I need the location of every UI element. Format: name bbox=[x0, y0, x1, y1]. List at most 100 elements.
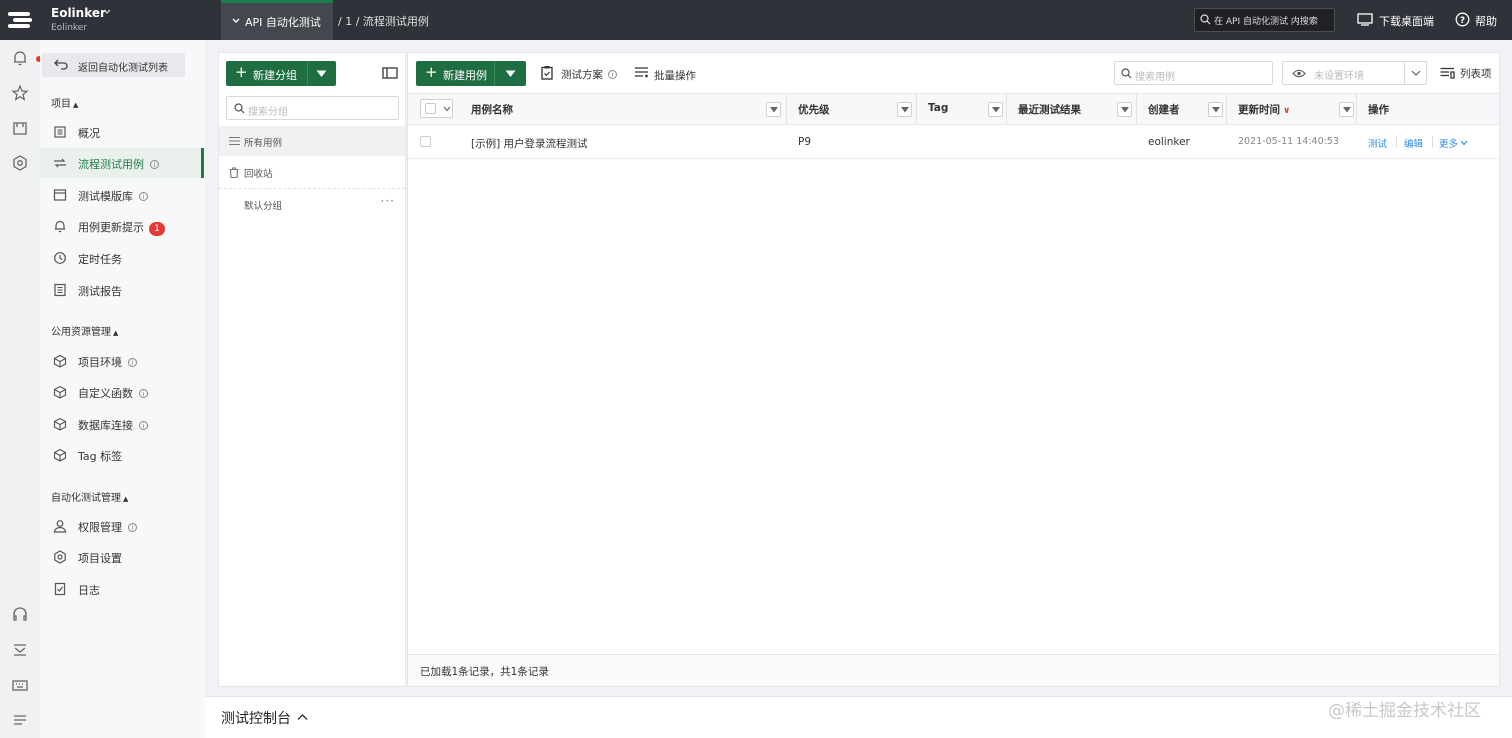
filter-icon[interactable] bbox=[766, 102, 781, 117]
header-updated-time[interactable]: 更新时间 ∨ bbox=[1226, 94, 1356, 124]
header-creator[interactable]: 创建者 bbox=[1136, 94, 1226, 124]
environment-placeholder: 未设置环境 bbox=[1314, 71, 1364, 82]
keyboard-icon[interactable] bbox=[11, 676, 29, 694]
chevron-down-icon bbox=[231, 16, 241, 26]
settings-icon[interactable] bbox=[11, 154, 29, 172]
test-console-bar[interactable]: 测试控制台 bbox=[205, 696, 1512, 738]
new-case-button[interactable]: + 新建用例 bbox=[416, 61, 526, 86]
header-actions: 操作 bbox=[1356, 94, 1496, 124]
test-plan-button[interactable]: 测试方案 i bbox=[541, 65, 621, 81]
group-item-label: 所有用例 bbox=[244, 138, 283, 149]
cube-icon bbox=[53, 354, 67, 368]
toggle-panel-icon[interactable] bbox=[382, 66, 398, 80]
edit-action-link[interactable]: 编辑 bbox=[1404, 136, 1423, 150]
sidebar-item-label-text: 自定义函数 bbox=[78, 387, 133, 400]
header-label: Tag bbox=[928, 102, 949, 114]
sidebar-item-scheduled-tasks[interactable]: 定时任务 bbox=[40, 243, 204, 273]
sidebar-item-project-env[interactable]: 项目环境 i bbox=[40, 346, 204, 376]
sidebar-item-custom-functions[interactable]: 自定义函数 i bbox=[40, 377, 204, 407]
new-group-button[interactable]: + 新建分组 bbox=[226, 61, 336, 86]
shop-icon[interactable] bbox=[11, 119, 29, 137]
sidebar-item-label-text: 权限管理 bbox=[78, 521, 122, 534]
header-last-result[interactable]: 最近测试结果 bbox=[1006, 94, 1136, 124]
header-tag[interactable]: Tag bbox=[916, 94, 1006, 124]
sidebar-item-template-library[interactable]: 测试模版库 i bbox=[40, 180, 204, 210]
global-search-input[interactable]: 在 API 自动化测试 内搜索 bbox=[1194, 8, 1335, 32]
active-indicator bbox=[201, 148, 204, 178]
eolinker-logo-icon[interactable] bbox=[6, 8, 34, 32]
collapse-icon[interactable] bbox=[11, 640, 29, 658]
sort-desc-icon[interactable]: ∨ bbox=[1283, 106, 1290, 116]
chevron-up-icon[interactable] bbox=[297, 713, 308, 721]
new-group-label: 新建分组 bbox=[253, 69, 297, 82]
info-icon: i bbox=[128, 358, 137, 367]
project-tab-label: API 自动化测试 bbox=[245, 16, 321, 29]
workspace-switcher[interactable]: Eolinker Eolinker bbox=[50, 5, 220, 35]
test-action-link[interactable]: 测试 bbox=[1368, 136, 1387, 150]
sidebar-item-overview[interactable]: 概况 bbox=[40, 117, 204, 147]
button-split bbox=[307, 61, 308, 86]
filter-icon[interactable] bbox=[988, 102, 1003, 117]
group-search-input[interactable]: 搜索分组 bbox=[226, 96, 399, 120]
filter-icon[interactable] bbox=[1117, 102, 1132, 117]
row-checkbox[interactable] bbox=[420, 136, 431, 147]
header-label: 操作 bbox=[1368, 104, 1389, 116]
monitor-icon bbox=[1357, 12, 1373, 26]
more-options-icon[interactable]: ··· bbox=[381, 194, 395, 208]
flow-icon bbox=[53, 156, 67, 170]
info-icon: i bbox=[139, 192, 148, 201]
menu-icon[interactable] bbox=[11, 711, 29, 729]
sidebar-item-label: Tag 标签 bbox=[78, 450, 123, 463]
section-project-header[interactable]: 项目 ▲ bbox=[51, 95, 78, 110]
info-icon: i bbox=[608, 70, 617, 79]
sidebar-item-flow-cases[interactable]: 流程测试用例 i bbox=[40, 148, 204, 178]
headset-icon[interactable] bbox=[11, 605, 29, 623]
cube-icon bbox=[53, 448, 67, 462]
chevron-down-icon bbox=[1411, 70, 1421, 77]
filter-icon[interactable] bbox=[1339, 102, 1354, 117]
sidebar-item-case-update[interactable]: 用例更新提示 1 bbox=[40, 211, 204, 241]
caret-down-icon[interactable] bbox=[316, 70, 327, 78]
project-tab[interactable]: API 自动化测试 bbox=[221, 0, 333, 40]
svg-text:?: ? bbox=[1460, 16, 1465, 26]
back-to-list-button[interactable]: 返回自动化测试列表 bbox=[42, 53, 185, 77]
select-divider bbox=[1404, 62, 1405, 84]
update-count-badge: 1 bbox=[149, 222, 165, 236]
batch-operations-button[interactable]: 批量操作 bbox=[634, 66, 704, 82]
select-all-checkbox[interactable] bbox=[420, 99, 453, 118]
help-label: 帮助 bbox=[1475, 15, 1497, 28]
sidebar-item-permissions[interactable]: 权限管理 i bbox=[40, 511, 204, 541]
header-case-name[interactable]: 用例名称 bbox=[460, 94, 786, 124]
section-project-label: 项目 bbox=[51, 99, 71, 110]
section-public-header[interactable]: 公用资源管理 ▲ bbox=[51, 323, 118, 338]
sidebar-item-logs[interactable]: 日志 bbox=[40, 574, 204, 604]
template-icon bbox=[53, 188, 67, 202]
star-icon[interactable] bbox=[11, 84, 29, 102]
column-settings-label: 列表项 bbox=[1460, 68, 1492, 80]
chevron-down-icon bbox=[443, 106, 451, 112]
case-search-input[interactable]: 搜索用例 bbox=[1114, 61, 1273, 85]
sidebar-item-project-settings[interactable]: 项目设置 bbox=[40, 542, 204, 572]
group-item-default[interactable]: 默认分组 ··· bbox=[219, 189, 405, 219]
sidebar-item-db-connections[interactable]: 数据库连接 i bbox=[40, 409, 204, 439]
group-item-trash[interactable]: 回收站 bbox=[219, 157, 405, 187]
table-row[interactable]: [示例] 用户登录流程测试 P9 eolinker 2021-05-11 14:… bbox=[408, 126, 1499, 159]
more-action-link[interactable]: 更多 bbox=[1439, 136, 1468, 150]
group-search-placeholder: 搜索分组 bbox=[248, 107, 288, 118]
log-icon bbox=[53, 582, 67, 596]
header-priority[interactable]: 优先级 bbox=[786, 94, 916, 124]
section-public-label: 公用资源管理 bbox=[51, 327, 111, 338]
environment-select[interactable]: 未设置环境 bbox=[1282, 61, 1427, 85]
filter-icon[interactable] bbox=[897, 102, 912, 117]
case-name-cell[interactable]: [示例] 用户登录流程测试 bbox=[471, 136, 588, 151]
icon-rail bbox=[0, 40, 42, 738]
sidebar-item-test-reports[interactable]: 测试报告 bbox=[40, 275, 204, 305]
breadcrumb[interactable]: / 1 / 流程测试用例 bbox=[338, 13, 429, 29]
filter-icon[interactable] bbox=[1208, 102, 1223, 117]
sidebar-item-tags[interactable]: Tag 标签 bbox=[40, 440, 204, 470]
section-auto-header[interactable]: 自动化测试管理 ▲ bbox=[51, 489, 128, 504]
notification-icon[interactable] bbox=[11, 49, 42, 67]
caret-down-icon[interactable] bbox=[505, 70, 516, 78]
group-item-all[interactable]: 所有用例 bbox=[219, 126, 405, 156]
header-label-text: 更新时间 bbox=[1238, 104, 1280, 116]
